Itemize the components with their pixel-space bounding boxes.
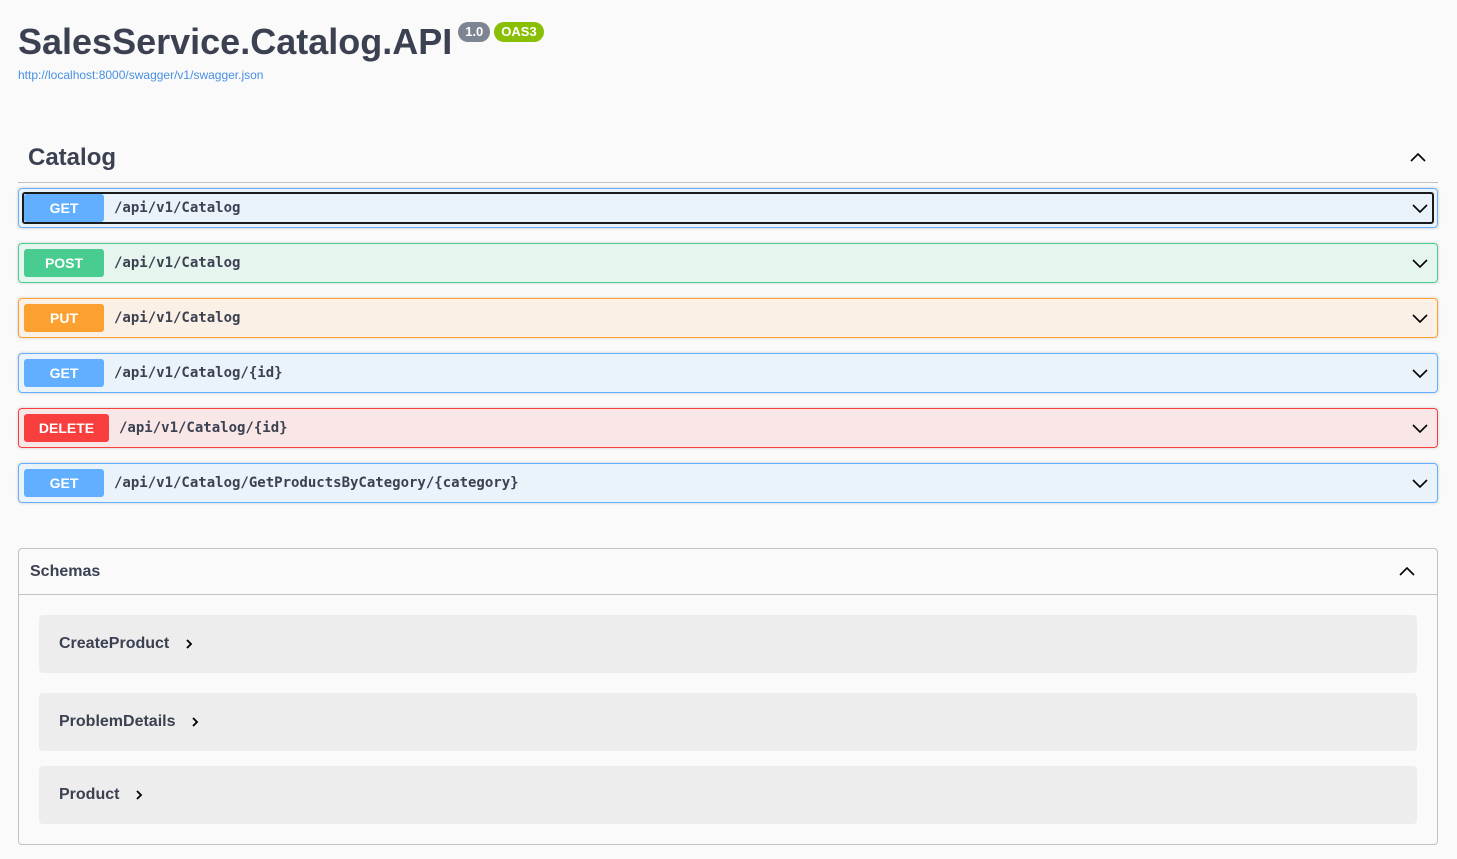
chevron-up-icon[interactable]: [1408, 148, 1428, 168]
schemas-title: Schemas: [30, 562, 101, 580]
chevron-down-icon[interactable]: [1410, 198, 1430, 218]
title-row: SalesService.Catalog.API 1.0 OAS3: [18, 20, 544, 64]
operation-get-catalog-by-id[interactable]: GET /api/v1/Catalog/{id}: [18, 353, 1438, 393]
method-badge: GET: [24, 194, 104, 222]
schema-name: Product: [59, 786, 120, 803]
operations-list: GET /api/v1/Catalog POST /api/v1/Catalog…: [18, 188, 1438, 518]
version-badge: 1.0: [458, 22, 491, 42]
method-badge: PUT: [24, 304, 104, 332]
schemas-section: Schemas CreateProduct ProblemDetails Pro…: [18, 548, 1438, 845]
method-badge: POST: [24, 249, 104, 277]
oas-badge: OAS3: [494, 22, 544, 42]
method-badge: DELETE: [24, 414, 109, 442]
chevron-down-icon[interactable]: [1410, 418, 1430, 438]
operation-delete-catalog-by-id[interactable]: DELETE /api/v1/Catalog/{id}: [18, 408, 1438, 448]
chevron-right-icon: [136, 790, 143, 800]
schema-name: ProblemDetails: [59, 713, 176, 730]
chevron-up-icon[interactable]: [1397, 562, 1417, 582]
chevron-down-icon[interactable]: [1410, 308, 1430, 328]
method-badge: GET: [24, 469, 104, 497]
method-badge: GET: [24, 359, 104, 387]
chevron-down-icon[interactable]: [1410, 473, 1430, 493]
operation-put-catalog[interactable]: PUT /api/v1/Catalog: [18, 298, 1438, 338]
chevron-right-icon: [186, 639, 193, 649]
operation-path: /api/v1/Catalog/GetProductsByCategory/{c…: [114, 475, 519, 491]
operation-path: /api/v1/Catalog: [114, 255, 241, 271]
spec-url-link[interactable]: http://localhost:8000/swagger/v1/swagger…: [18, 68, 544, 82]
operation-get-catalog[interactable]: GET /api/v1/Catalog: [18, 188, 1438, 228]
operation-path: /api/v1/Catalog/{id}: [119, 420, 288, 436]
api-info: SalesService.Catalog.API 1.0 OAS3 http:/…: [18, 20, 544, 82]
schema-item-product[interactable]: Product: [39, 766, 1417, 824]
operation-post-catalog[interactable]: POST /api/v1/Catalog: [18, 243, 1438, 283]
schemas-header[interactable]: Schemas: [19, 549, 1437, 595]
operation-get-products-by-category[interactable]: GET /api/v1/Catalog/GetProductsByCategor…: [18, 463, 1438, 503]
api-title: SalesService.Catalog.API: [18, 21, 453, 62]
chevron-down-icon[interactable]: [1410, 253, 1430, 273]
operation-path: /api/v1/Catalog: [114, 310, 241, 326]
schema-item-createproduct[interactable]: CreateProduct: [39, 615, 1417, 673]
tag-title: Catalog: [28, 144, 117, 171]
operation-path: /api/v1/Catalog/{id}: [114, 365, 283, 381]
chevron-right-icon: [192, 717, 199, 727]
schema-name: CreateProduct: [59, 635, 170, 652]
tag-section-header-catalog[interactable]: Catalog: [18, 134, 1438, 183]
chevron-down-icon[interactable]: [1410, 363, 1430, 383]
operation-path: /api/v1/Catalog: [114, 200, 241, 216]
schema-item-problemdetails[interactable]: ProblemDetails: [39, 693, 1417, 751]
